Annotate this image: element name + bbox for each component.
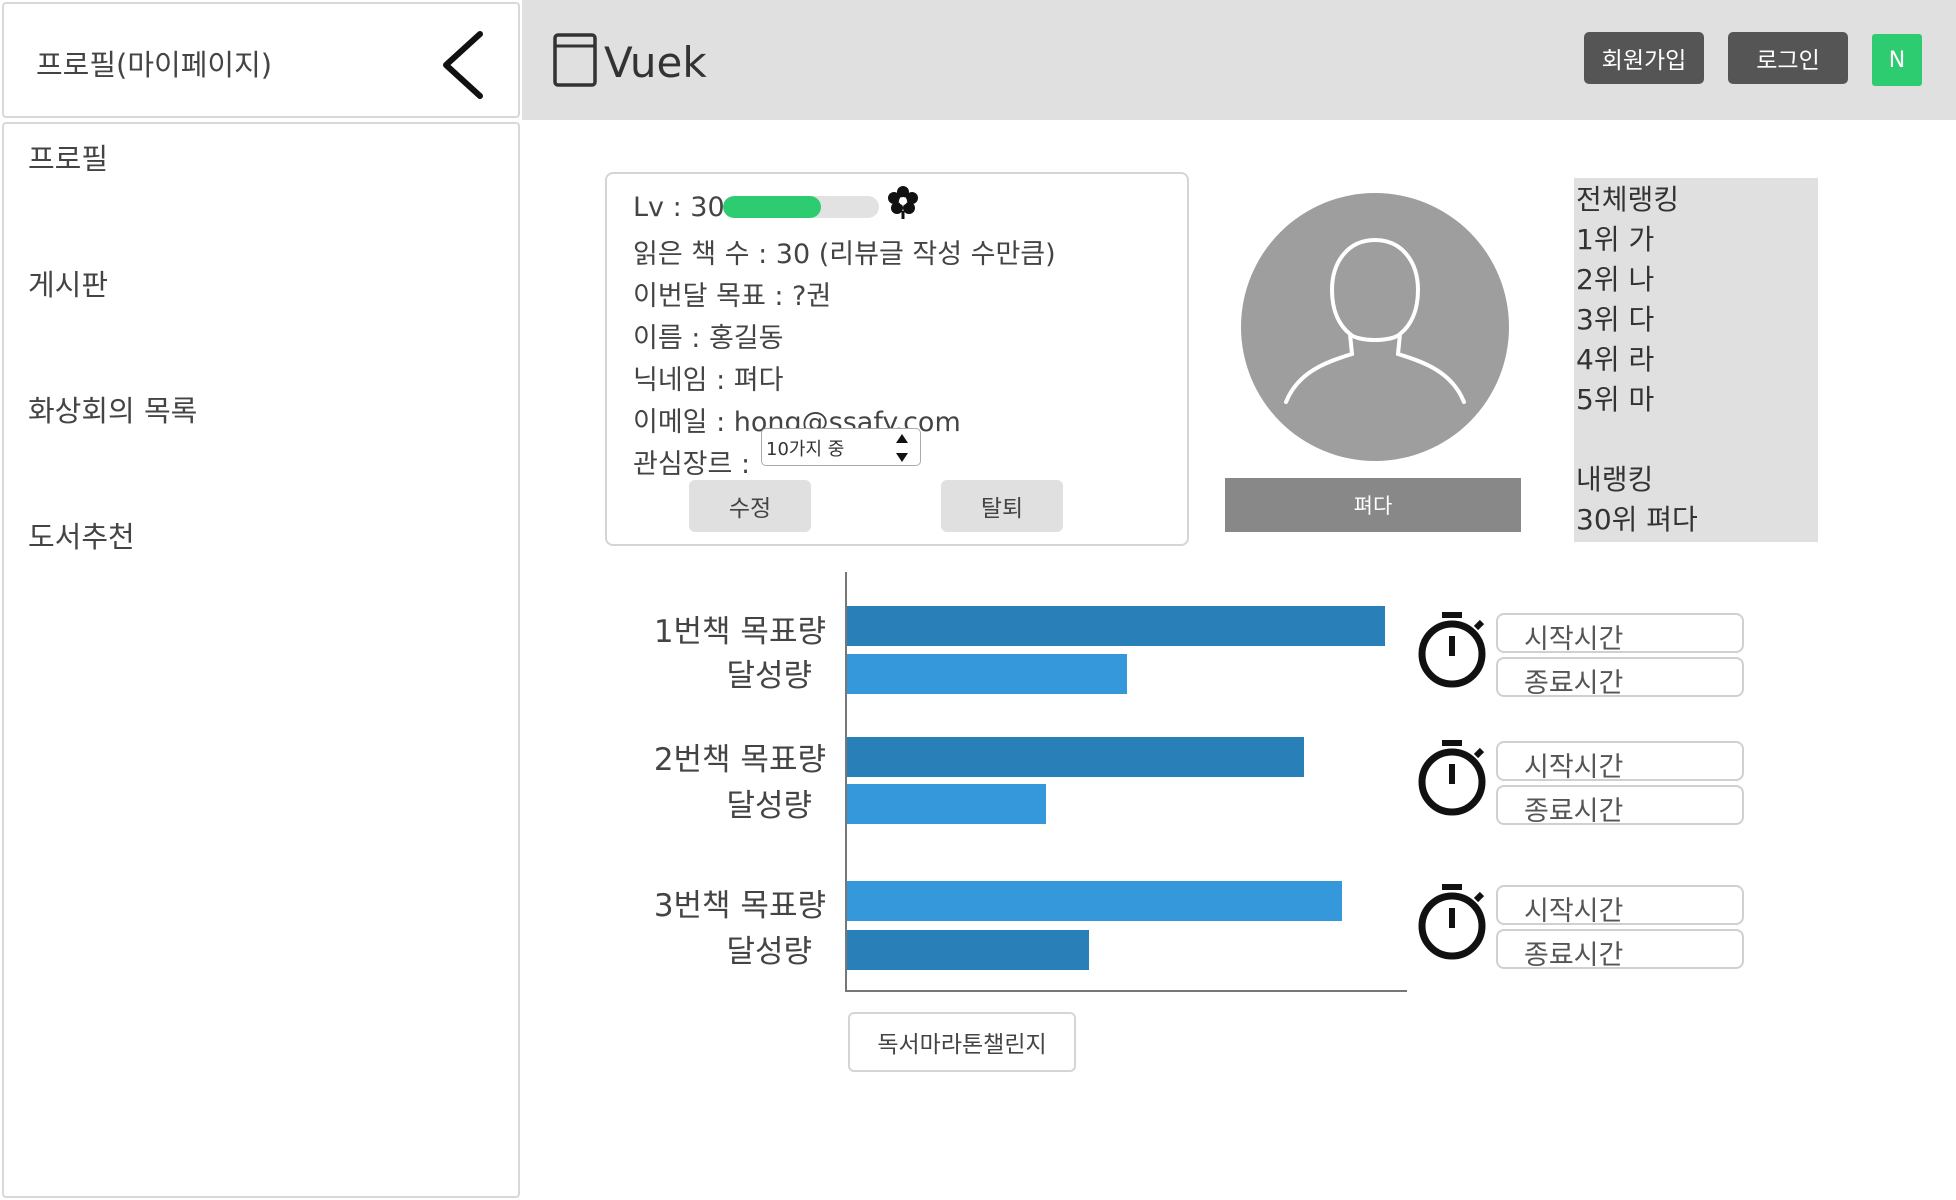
done-label-1: 달성량 <box>726 658 812 694</box>
top-header: Vuek 회원가입 로그인 N <box>522 0 1956 120</box>
my-ranking-title: 내랭킹 <box>1576 463 1654 496</box>
sidebar-item-profile[interactable]: 프로필 <box>28 136 108 178</box>
goal-label-1: 1번책 목표량 <box>653 614 826 650</box>
profile-info-card: Lv : 30 읽은 책 수 : 30 (리뷰글 작성 수만큼) 이번달 목표 … <box>605 172 1189 546</box>
ranking-entry: 5위 마 <box>1576 383 1655 416</box>
back-chevron-icon[interactable] <box>436 30 488 100</box>
profile-avatar-icon <box>1241 193 1509 461</box>
display-name-button[interactable]: 펴다 <box>1225 478 1521 532</box>
ranking-panel: 전체랭킹 1위 가 2위 나 3위 다 4위 라 5위 마 내랭킹 30위 펴다 <box>1574 178 1818 542</box>
ranking-entry: 1위 가 <box>1576 223 1655 256</box>
done-bar-2 <box>847 784 1046 824</box>
goal-bar-1 <box>847 606 1385 646</box>
done-label-2: 달성량 <box>726 788 812 824</box>
ranking-title: 전체랭킹 <box>1576 183 1680 216</box>
sidebar-item-book-recommend[interactable]: 도서추천 <box>28 514 135 556</box>
genre-value: 10가지 중 <box>766 439 845 460</box>
level-progress-bar <box>723 196 879 218</box>
stepper-arrows-icon[interactable] <box>894 431 910 465</box>
stopwatch-icon[interactable] <box>1416 610 1488 688</box>
goal-label-2: 2번책 목표량 <box>653 742 826 778</box>
goal-bar-2 <box>847 737 1304 777</box>
genre-stepper[interactable]: 10가지 중 <box>761 428 921 466</box>
withdraw-button[interactable]: 탈퇴 <box>941 480 1063 532</box>
level-progress-fill <box>723 196 822 218</box>
chart-x-axis <box>845 990 1407 992</box>
end-time-input[interactable]: 종료시간 <box>1496 657 1744 697</box>
goal-label-3: 3번책 목표량 <box>653 888 826 924</box>
stopwatch-icon[interactable] <box>1416 738 1488 816</box>
my-ranking-value: 30위 펴다 <box>1576 503 1698 536</box>
sidebar-header: 프로필(마이페이지) <box>2 2 520 118</box>
start-time-input[interactable]: 시작시간 <box>1496 885 1744 925</box>
books-read-text: 읽은 책 수 : 30 (리뷰글 작성 수만큼) <box>633 239 1056 270</box>
monthly-goal-text: 이번달 목표 : ?권 <box>633 281 832 312</box>
signup-button[interactable]: 회원가입 <box>1584 32 1704 84</box>
sidebar-item-board[interactable]: 게시판 <box>28 262 108 304</box>
sidebar-title: 프로필(마이페이지) <box>36 48 273 82</box>
logo-text[interactable]: Vuek <box>604 38 707 87</box>
start-time-input[interactable]: 시작시간 <box>1496 741 1744 781</box>
done-label-3: 달성량 <box>726 934 812 970</box>
reading-marathon-challenge-button[interactable]: 독서마라톤챌린지 <box>848 1012 1076 1072</box>
ranking-entry: 4위 라 <box>1576 343 1655 376</box>
chart-y-axis <box>845 572 847 992</box>
login-button[interactable]: 로그인 <box>1728 32 1848 84</box>
sidebar-nav: 프로필 게시판 화상회의 목록 도서추천 <box>2 122 520 1198</box>
genre-label: 관심장르 : <box>633 449 751 480</box>
goal-bar-3 <box>847 881 1342 921</box>
sidebar-item-video-meetings[interactable]: 화상회의 목록 <box>28 388 197 430</box>
stopwatch-icon[interactable] <box>1416 882 1488 960</box>
ranking-entry: 2위 나 <box>1576 263 1655 296</box>
done-bar-3 <box>847 930 1089 970</box>
ranking-entry: 3위 다 <box>1576 303 1655 336</box>
nickname-text: 닉네임 : 펴다 <box>633 365 784 396</box>
start-time-input[interactable]: 시작시간 <box>1496 613 1744 653</box>
user-avatar[interactable]: N <box>1872 34 1922 86</box>
level-label: Lv : 30 <box>633 192 725 223</box>
book-logo-icon <box>553 33 597 87</box>
done-bar-1 <box>847 654 1127 694</box>
edit-button[interactable]: 수정 <box>689 480 811 532</box>
end-time-input[interactable]: 종료시간 <box>1496 929 1744 969</box>
flower-badge-icon <box>888 186 918 219</box>
end-time-input[interactable]: 종료시간 <box>1496 785 1744 825</box>
name-text: 이름 : 홍길동 <box>633 323 784 354</box>
